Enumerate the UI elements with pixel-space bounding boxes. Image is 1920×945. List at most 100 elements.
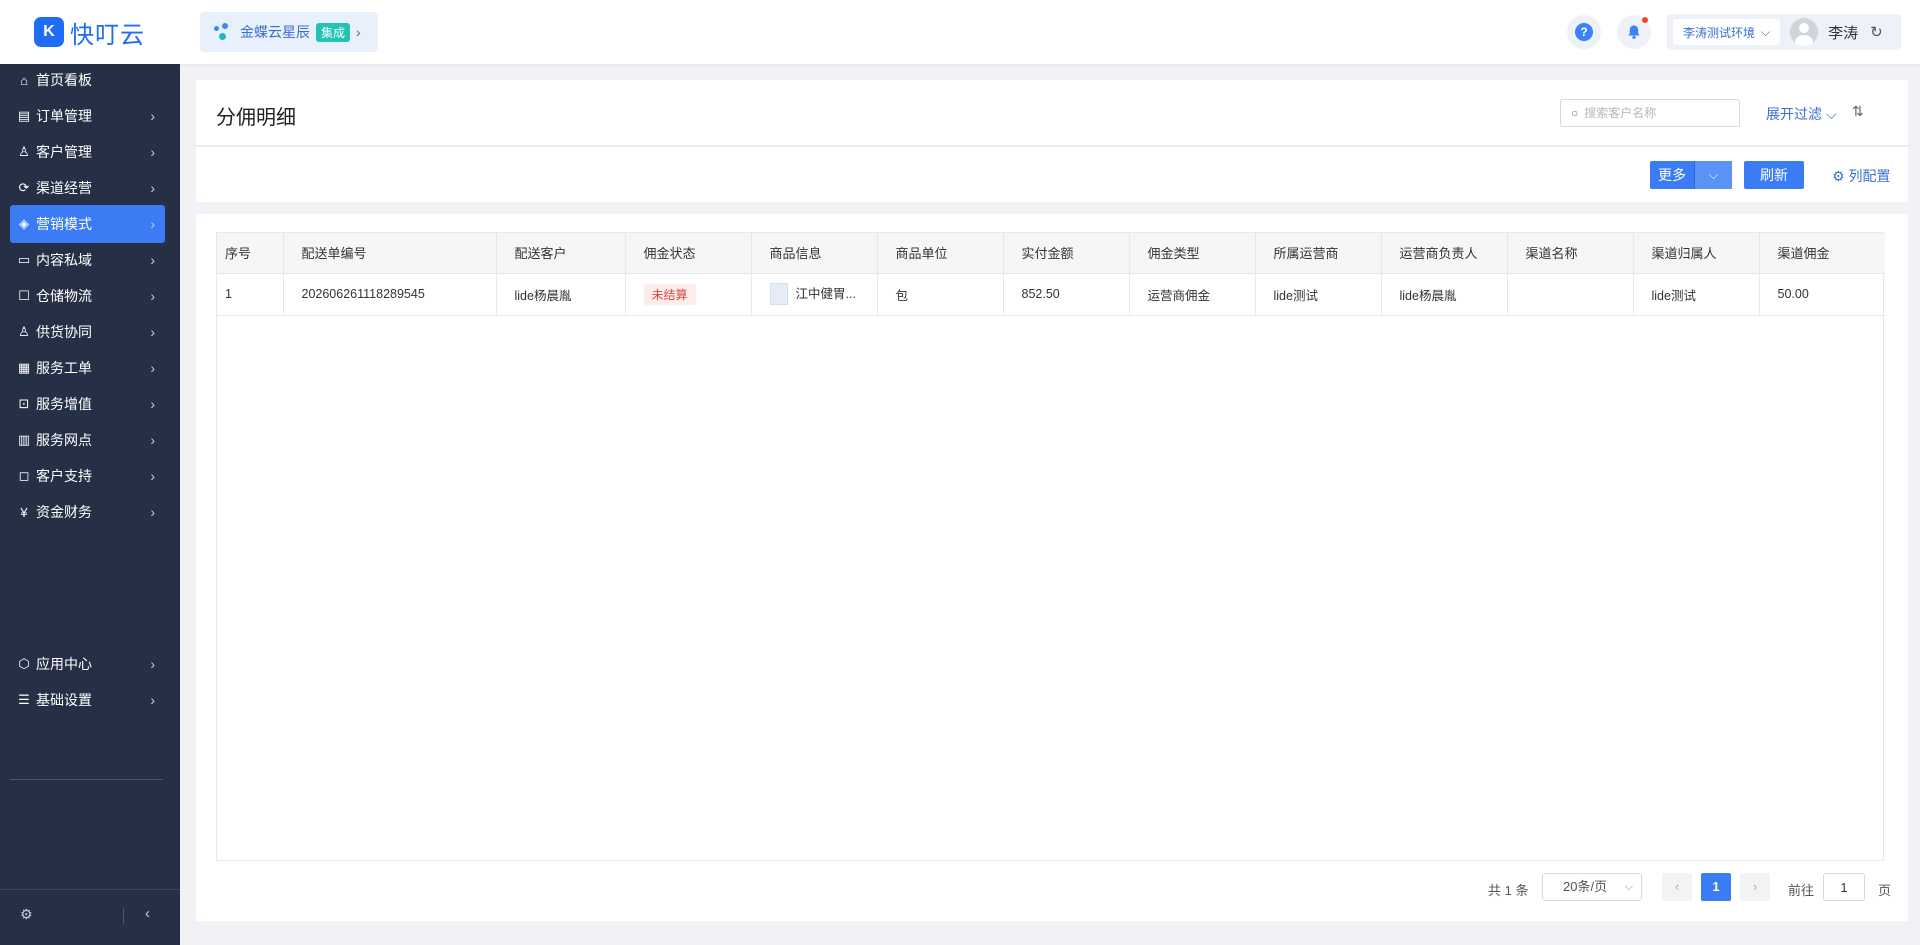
sort-icon[interactable]: ⇅ [1852,103,1864,120]
sidebar-item-7[interactable]: ♙ 供货协同 › [10,313,165,351]
table-header-row: 序号 配送单编号 配送客户 佣金状态 商品信息 商品单位 实付金额 佣金类型 所属运营商 运营商负… [217,233,1885,274]
column-header[interactable]: 商品信息 [751,233,878,274]
sidebar-item-12[interactable]: ¥ 资金财务 › [10,493,165,531]
sidebar-item-4[interactable]: ◈ 营销模式 › [10,205,165,243]
sidebar-bottom-item-0[interactable]: ⬡ 应用中心 › [10,645,165,683]
goto-unit: 页 [1878,883,1892,898]
chevron-right-icon: › [150,656,155,672]
column-header[interactable]: 序号 [217,233,284,274]
sidebar-bottom-item-1[interactable]: ☰ 基础设置 › [10,681,165,719]
goto-page-input[interactable] [1823,873,1865,901]
app-center-icon: ⬡ [18,656,30,671]
sidebar: ⌂ 首页看板 ▤ 订单管理 › ♙ 客户管理 › ⟳ 渠道经营 › ◈ 营销模式 › ▭ 内容私域 › ☐ 仓储物流… [0,64,180,945]
app-logo[interactable]: K 快叮云 [34,16,145,49]
environment-select[interactable]: 李涛测试环境 ⌵ [1673,19,1781,45]
chevron-right-icon: › [150,692,155,708]
help-button[interactable]: ? [1567,15,1601,49]
search-icon: ○ [1571,106,1579,120]
column-header[interactable]: 佣金状态 [625,233,752,274]
column-header[interactable]: 实付金额 [1003,233,1130,274]
next-page-button[interactable]: › [1740,873,1770,901]
prev-page-button[interactable]: ‹ [1662,873,1692,901]
sidebar-item-6[interactable]: ☐ 仓储物流 › [10,277,165,315]
home-icon: ⌂ [20,72,28,88]
gear-icon[interactable]: ⚙ [20,906,33,923]
sidebar-item-label: 仓储物流 [36,288,92,304]
bag-icon: ⊡ [18,396,30,411]
yen-icon: ¥ [20,504,28,520]
chevron-right-icon: › [150,432,155,448]
sidebar-item-0[interactable]: ⌂ 首页看板 [10,61,165,99]
chevron-right-icon: › [150,468,155,484]
product-thumbnail [769,283,788,306]
sidebar-item-11[interactable]: ◻ 客户支持 › [10,457,165,495]
collapse-sidebar-icon[interactable]: ‹ [145,905,150,922]
sidebar-item-1[interactable]: ▤ 订单管理 › [10,97,165,135]
sidebar-item-10[interactable]: ▥ 服务网点 › [10,421,165,459]
table-row[interactable]: 1 202606261118289545 lide杨晨胤 未结算 江中健胃...… [217,273,1885,316]
cell-status: 未结算 [625,273,752,316]
cell-channel-name [1507,273,1634,316]
sidebar-item-3[interactable]: ⟳ 渠道经营 › [10,169,165,207]
cell-customer: lide杨晨胤 [496,273,626,316]
refresh-icon[interactable]: ↻ [1870,23,1883,41]
column-header[interactable]: 配送单编号 [283,233,497,274]
sidebar-item-label: 首页看板 [36,72,92,88]
page-header: 分佣明细 ○ 展开过滤 ⌵ ⇅ [196,80,1908,146]
avatar[interactable] [1790,18,1819,46]
sidebar-item-2[interactable]: ♙ 客户管理 › [10,133,165,171]
chevron-right-icon: › [150,324,155,340]
integration-label: 金蝶云星辰 [240,24,310,40]
page-title: 分佣明细 [216,107,296,129]
more-button[interactable]: 更多 [1650,161,1694,189]
environment-label: 李涛测试环境 [1683,25,1756,40]
chevron-right-icon: › [150,216,155,232]
user-name[interactable]: 李涛 [1828,22,1858,43]
cell-channel-owner: lide测试 [1633,273,1760,316]
column-header[interactable]: 佣金类型 [1129,233,1256,274]
product-name: 江中健胃... [795,286,856,301]
notification-dot [1642,17,1648,23]
refresh-button[interactable]: 刷新 [1744,161,1804,189]
store-icon: ▥ [17,432,31,447]
cell-product[interactable]: 江中健胃... [751,273,878,316]
gear-icon: ⚙ [1832,168,1849,184]
column-header[interactable]: 商品单位 [877,233,1004,274]
integration-badge: 集成 [316,22,351,42]
chevron-down-icon: ⌵ [1825,106,1837,122]
cell-delivery-no[interactable]: 202606261118289545 [283,273,497,316]
customer-search[interactable]: ○ [1560,99,1740,127]
status-badge: 未结算 [643,283,696,305]
expand-filter-toggle[interactable]: 展开过滤 ⌵ [1766,104,1837,124]
search-input[interactable] [1584,106,1725,120]
column-header[interactable]: 渠道佣金 [1759,233,1885,274]
expand-filter-label: 展开过滤 [1766,106,1822,122]
sidebar-item-5[interactable]: ▭ 内容私域 › [10,241,165,279]
column-header[interactable]: 所属运营商 [1255,233,1382,274]
cell-commission-type: 运营商佣金 [1129,273,1256,316]
column-header[interactable]: 渠道名称 [1507,233,1634,274]
cell-operator: lide测试 [1255,273,1382,316]
chevron-right-icon: › [150,144,155,160]
commission-table: 序号 配送单编号 配送客户 佣金状态 商品信息 商品单位 实付金额 佣金类型 所属运营商 运营商负… [216,232,1885,861]
sidebar-divider [10,779,163,780]
page-number-current[interactable]: 1 [1701,873,1731,901]
integration-switch[interactable]: 金蝶云星辰 集成 › [200,12,378,52]
sidebar-item-label: 供货协同 [36,324,92,340]
chevron-right-icon: › [150,108,155,124]
column-header[interactable]: 渠道归属人 [1633,233,1760,274]
page-size-select[interactable]: 20条/页 ⌵ [1542,873,1642,901]
sidebar-item-label: 服务增值 [36,396,92,412]
sidebar-item-9[interactable]: ⊡ 服务增值 › [10,385,165,423]
column-header[interactable]: 配送客户 [496,233,626,274]
sidebar-item-label: 资金财务 [36,504,92,520]
more-dropdown-chevron-icon[interactable]: ⌵ [1694,161,1732,189]
chevron-right-icon: › [150,180,155,196]
top-header: K 快叮云 金蝶云星辰 集成 › ? 李涛测试环境 ⌵ 李涛 ↻ [0,0,1920,64]
integration-dots-icon [214,23,232,41]
notification-button[interactable] [1617,15,1651,49]
sidebar-item-8[interactable]: ▦ 服务工单 › [10,349,165,387]
chevron-right-icon: › [150,288,155,304]
column-header[interactable]: 运营商负责人 [1381,233,1508,274]
column-config-button[interactable]: ⚙ 列配置 [1832,166,1890,186]
